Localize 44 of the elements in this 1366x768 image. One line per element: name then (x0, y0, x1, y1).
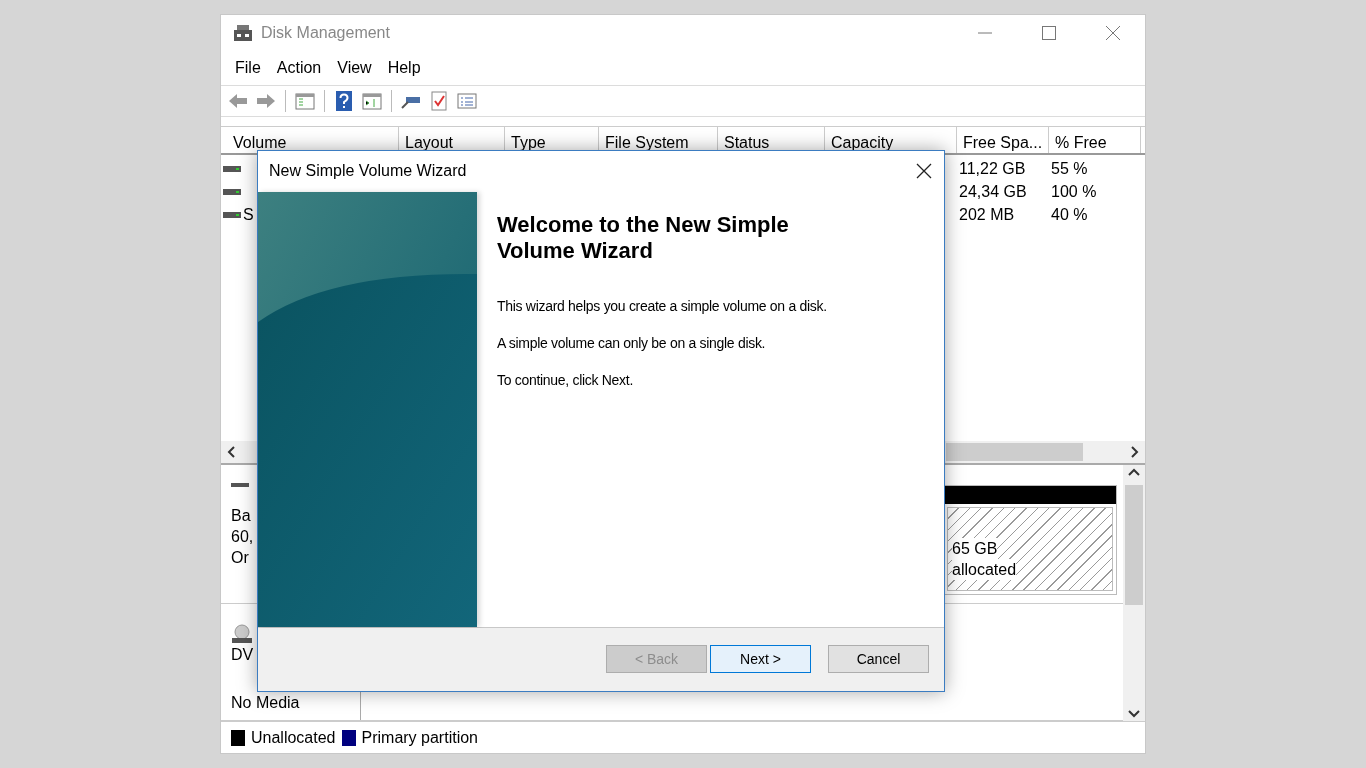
cd-drive-icon (231, 624, 253, 644)
disk-status: No Media (231, 693, 301, 713)
table-cell-text: 24,34 GB (958, 182, 1028, 201)
table-cell-text: 202 MB (958, 205, 1016, 224)
dialog-button[interactable]: Cancel (828, 645, 929, 674)
table-cell-text: 100 % (1050, 182, 1098, 201)
table-cell: S (243, 205, 254, 224)
disk-label: Or (231, 548, 250, 568)
menu-item[interactable]: View (329, 59, 380, 77)
dialog-title: New Simple Volume Wizard (269, 162, 467, 181)
drive-icon (223, 210, 241, 219)
table-cell-text: 55 % (1050, 159, 1089, 178)
drive-icon (223, 164, 241, 173)
menu-item[interactable]: Help (379, 59, 429, 77)
console-tree-icon[interactable] (294, 90, 316, 112)
legend-label: Unallocated (251, 728, 336, 747)
drive-icon (223, 187, 241, 196)
wizard-text: To continue, click Next. (497, 371, 634, 388)
disk-drive-icon (233, 24, 253, 42)
column-header[interactable]: % Free (1049, 127, 1141, 153)
scrollbar-thumb[interactable] (1125, 485, 1143, 605)
wizard-text: A simple volume can only be on a single disk. (497, 334, 767, 351)
checklist-icon[interactable] (428, 90, 450, 112)
column-header[interactable]: Free Spa... (957, 127, 1049, 153)
wizard-text: This wizard helps you create a simple volume on a disk. (497, 297, 828, 314)
table-cell-text: 11,22 GB (958, 159, 1027, 178)
dialog-button[interactable]: Next > (710, 645, 811, 674)
partition-size: 65 GB (952, 538, 998, 559)
window-title: Disk Management (261, 24, 390, 42)
close-icon[interactable] (916, 163, 932, 180)
help-icon[interactable] (333, 90, 355, 112)
panel-icon[interactable] (361, 90, 383, 112)
partition-status: allocated (952, 559, 1017, 580)
table-cell-text: 40 % (1050, 205, 1089, 224)
scrollbar-thumb[interactable] (946, 443, 1083, 461)
maximize-icon[interactable] (1042, 26, 1056, 40)
disk-label: DV (231, 645, 255, 665)
menu-item[interactable]: Action (268, 59, 330, 77)
menu-item[interactable]: File (227, 59, 269, 77)
partition-block[interactable]: 65 GB allocated (943, 485, 1117, 595)
disk-label: 60, (231, 527, 255, 547)
wizard-heading: Welcome to the New Simple Volume Wizard (497, 211, 790, 264)
disk-label: Ba (231, 506, 252, 526)
legend-label: Primary partition (361, 728, 478, 747)
